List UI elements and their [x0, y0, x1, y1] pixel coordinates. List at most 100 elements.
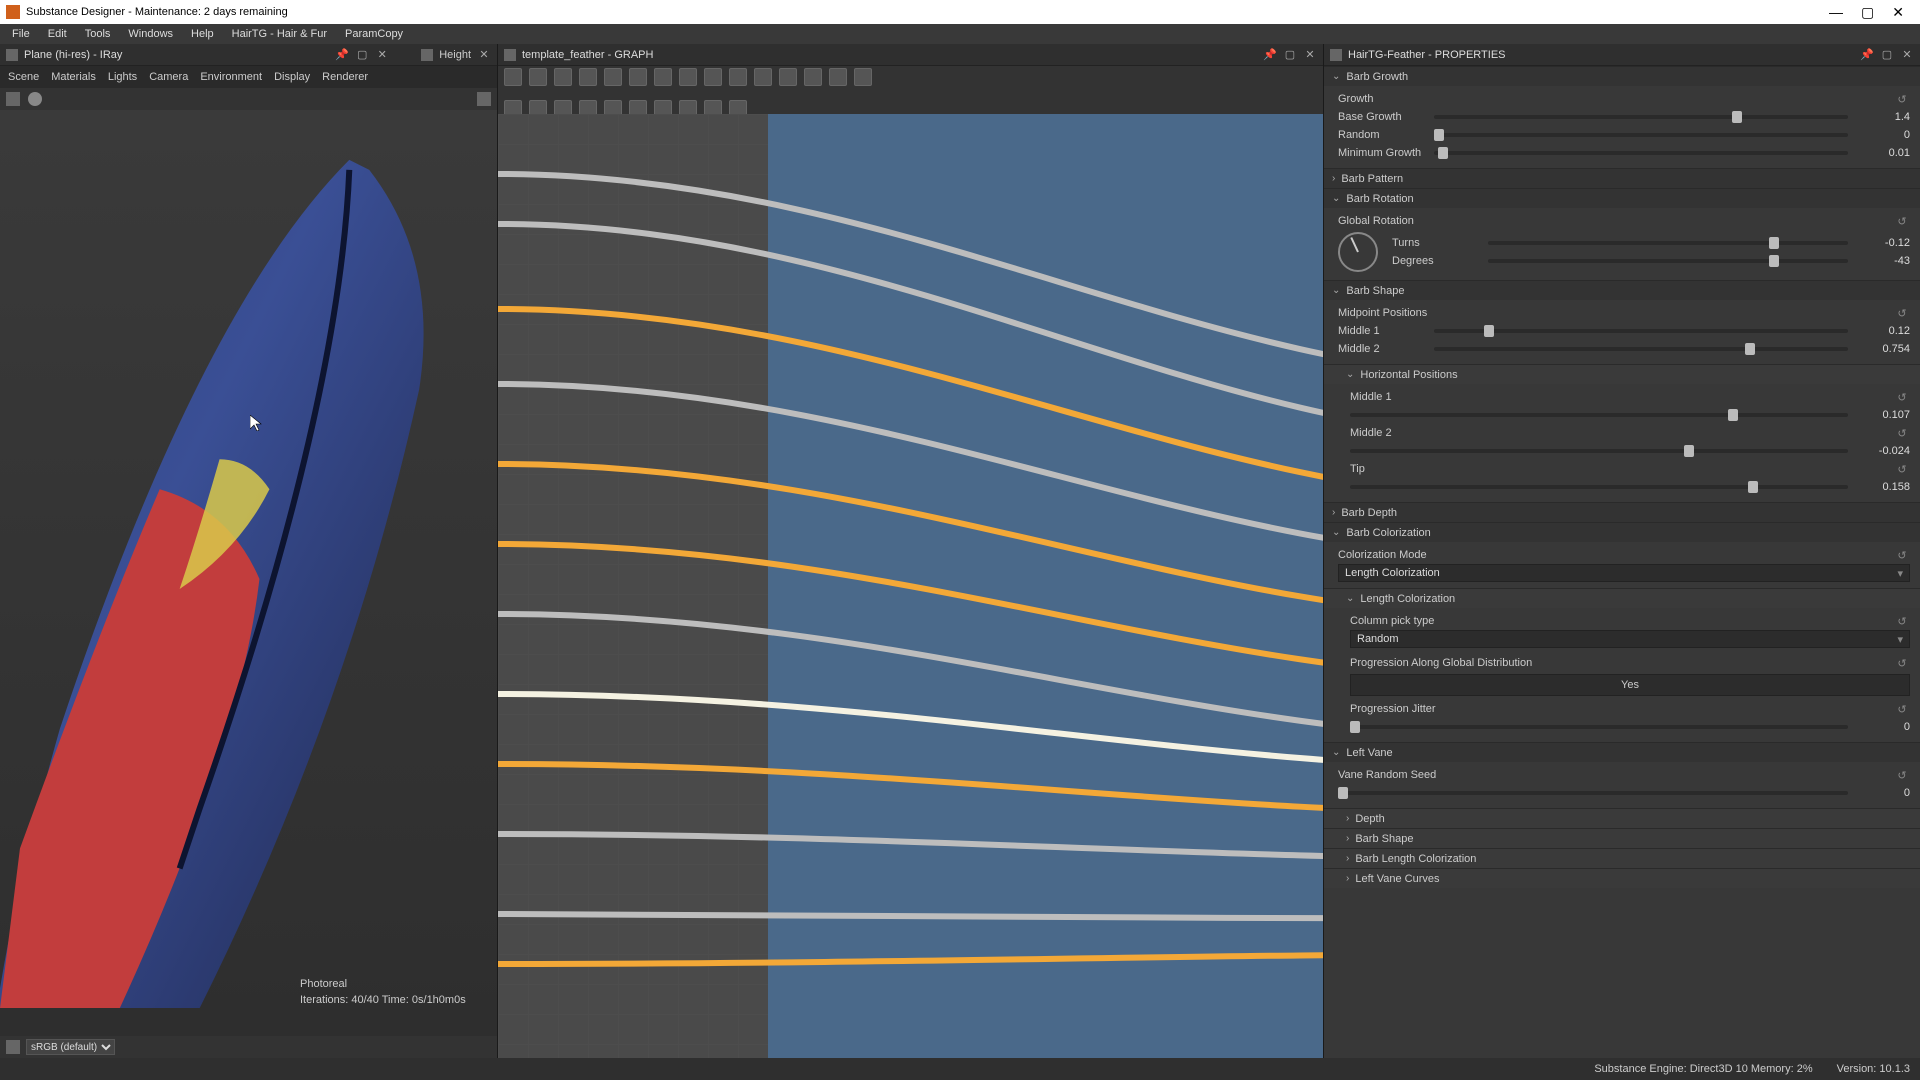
tab-scene[interactable]: Scene	[8, 71, 39, 83]
gtool-12[interactable]	[779, 68, 797, 86]
menu-tools[interactable]: Tools	[77, 26, 119, 42]
gtool-13[interactable]	[804, 68, 822, 86]
gtool-1[interactable]	[504, 68, 522, 86]
section-lv-depth[interactable]: ›Depth	[1324, 808, 1920, 828]
combo-colorization-mode[interactable]: Length Colorization▾	[1338, 564, 1910, 582]
properties-header: HairTG-Feather - PROPERTIES 📌 ▢ ✕	[1324, 44, 1920, 66]
gtool-3[interactable]	[554, 68, 572, 86]
reset-icon[interactable]: ↺	[1894, 769, 1910, 782]
menu-file[interactable]: File	[4, 26, 38, 42]
slider-tip[interactable]	[1350, 485, 1848, 489]
gtool-5[interactable]	[604, 68, 622, 86]
menu-help[interactable]: Help	[183, 26, 222, 42]
slider-middle2[interactable]	[1434, 347, 1848, 351]
menu-hairtg[interactable]: HairTG - Hair & Fur	[224, 26, 335, 42]
label-growth: Growth	[1338, 93, 1458, 105]
section-barb-colorization[interactable]: ⌄Barb Colorization	[1324, 522, 1920, 542]
camera-icon[interactable]	[6, 92, 20, 106]
reset-icon[interactable]: ↺	[1894, 657, 1910, 670]
popout-icon[interactable]: ▢	[355, 48, 369, 61]
chevron-right-icon: ›	[1346, 833, 1349, 844]
section-left-vane[interactable]: ⌄Left Vane	[1324, 742, 1920, 762]
section-barb-shape[interactable]: ⌄Barb Shape	[1324, 280, 1920, 300]
gtool-14[interactable]	[829, 68, 847, 86]
gtool-7[interactable]	[654, 68, 672, 86]
reset-icon[interactable]: ↺	[1894, 93, 1910, 106]
viewport-canvas[interactable]: Photoreal Iterations: 40/40 Time: 0s/1h0…	[0, 110, 497, 1036]
slider-base-growth[interactable]	[1434, 115, 1848, 119]
slider-hmid2[interactable]	[1350, 449, 1848, 453]
reset-icon[interactable]: ↺	[1894, 391, 1910, 404]
section-barb-growth[interactable]: ⌄Barb Growth	[1324, 66, 1920, 86]
gtool-10[interactable]	[729, 68, 747, 86]
pin-icon[interactable]: 📌	[335, 48, 349, 61]
section-lv-curves[interactable]: ›Left Vane Curves	[1324, 868, 1920, 888]
combo-column-pick[interactable]: Random▾	[1350, 630, 1910, 648]
tab-display[interactable]: Display	[274, 71, 310, 83]
reset-icon[interactable]: ↺	[1894, 215, 1910, 228]
label-midpoint: Midpoint Positions	[1338, 307, 1458, 319]
close-tab-icon[interactable]: ✕	[375, 48, 389, 61]
tab-camera[interactable]: Camera	[149, 71, 188, 83]
section-barb-pattern[interactable]: ›Barb Pattern	[1324, 168, 1920, 188]
menu-windows[interactable]: Windows	[120, 26, 181, 42]
close-button[interactable]: ✕	[1892, 4, 1904, 21]
close-height-icon[interactable]: ✕	[477, 48, 491, 61]
reset-icon[interactable]: ↺	[1894, 427, 1910, 440]
maximize-button[interactable]: ▢	[1861, 4, 1874, 21]
slider-random[interactable]	[1434, 133, 1848, 137]
gtool-2[interactable]	[529, 68, 547, 86]
section-barb-rotation[interactable]: ⌄Barb Rotation	[1324, 188, 1920, 208]
toggle-progression[interactable]: Yes	[1350, 674, 1910, 696]
viewport-settings-icon[interactable]	[477, 92, 491, 106]
graph-popout-icon[interactable]: ▢	[1283, 48, 1297, 61]
slider-vane-seed[interactable]	[1338, 791, 1848, 795]
slider-degrees[interactable]	[1488, 259, 1848, 263]
slider-hmid1[interactable]	[1350, 413, 1848, 417]
reset-icon[interactable]: ↺	[1894, 463, 1910, 476]
section-length-colorization[interactable]: ⌄Length Colorization	[1324, 588, 1920, 608]
gtool-15[interactable]	[854, 68, 872, 86]
viewport-icon	[6, 49, 18, 61]
slider-min-growth[interactable]	[1434, 151, 1848, 155]
properties-title: HairTG-Feather - PROPERTIES	[1348, 49, 1854, 61]
label-colorization-mode: Colorization Mode	[1338, 549, 1458, 561]
tab-environment[interactable]: Environment	[200, 71, 262, 83]
tab-renderer[interactable]: Renderer	[322, 71, 368, 83]
props-pin-icon[interactable]: 📌	[1860, 48, 1874, 61]
reset-icon[interactable]: ↺	[1894, 703, 1910, 716]
rotation-dial[interactable]	[1338, 232, 1378, 272]
menu-paramcopy[interactable]: ParamCopy	[337, 26, 411, 42]
section-lv-barb-shape[interactable]: ›Barb Shape	[1324, 828, 1920, 848]
tab-lights[interactable]: Lights	[108, 71, 137, 83]
gtool-8[interactable]	[679, 68, 697, 86]
slider-turns[interactable]	[1488, 241, 1848, 245]
reset-icon[interactable]: ↺	[1894, 307, 1910, 320]
chevron-down-icon: ▾	[1897, 633, 1903, 646]
section-barb-depth[interactable]: ›Barb Depth	[1324, 502, 1920, 522]
reset-icon[interactable]: ↺	[1894, 549, 1910, 562]
minimize-button[interactable]: —	[1829, 4, 1843, 21]
graph-pin-icon[interactable]: 📌	[1263, 48, 1277, 61]
tab-materials[interactable]: Materials	[51, 71, 96, 83]
graph-canvas[interactable]: HairTG - Feather	[498, 114, 1323, 1058]
section-horizontal-positions[interactable]: ⌄Horizontal Positions	[1324, 364, 1920, 384]
gtool-6[interactable]	[629, 68, 647, 86]
status-engine: Substance Engine: Direct3D 10 Memory: 2%	[1594, 1063, 1812, 1075]
menu-edit[interactable]: Edit	[40, 26, 75, 42]
gtool-9[interactable]	[704, 68, 722, 86]
height-tab[interactable]: Height	[439, 49, 471, 61]
light-icon[interactable]	[28, 92, 42, 106]
label-hmid2: Middle 2	[1350, 427, 1470, 439]
props-close-icon[interactable]: ✕	[1900, 48, 1914, 61]
reset-icon[interactable]: ↺	[1894, 615, 1910, 628]
graph-title: template_feather - GRAPH	[522, 49, 1257, 61]
props-popout-icon[interactable]: ▢	[1880, 48, 1894, 61]
slider-middle1[interactable]	[1434, 329, 1848, 333]
colorspace-select[interactable]: sRGB (default)	[26, 1039, 115, 1055]
gtool-4[interactable]	[579, 68, 597, 86]
gtool-11[interactable]	[754, 68, 772, 86]
section-lv-blc[interactable]: ›Barb Length Colorization	[1324, 848, 1920, 868]
slider-jitter[interactable]	[1350, 725, 1848, 729]
graph-close-icon[interactable]: ✕	[1303, 48, 1317, 61]
